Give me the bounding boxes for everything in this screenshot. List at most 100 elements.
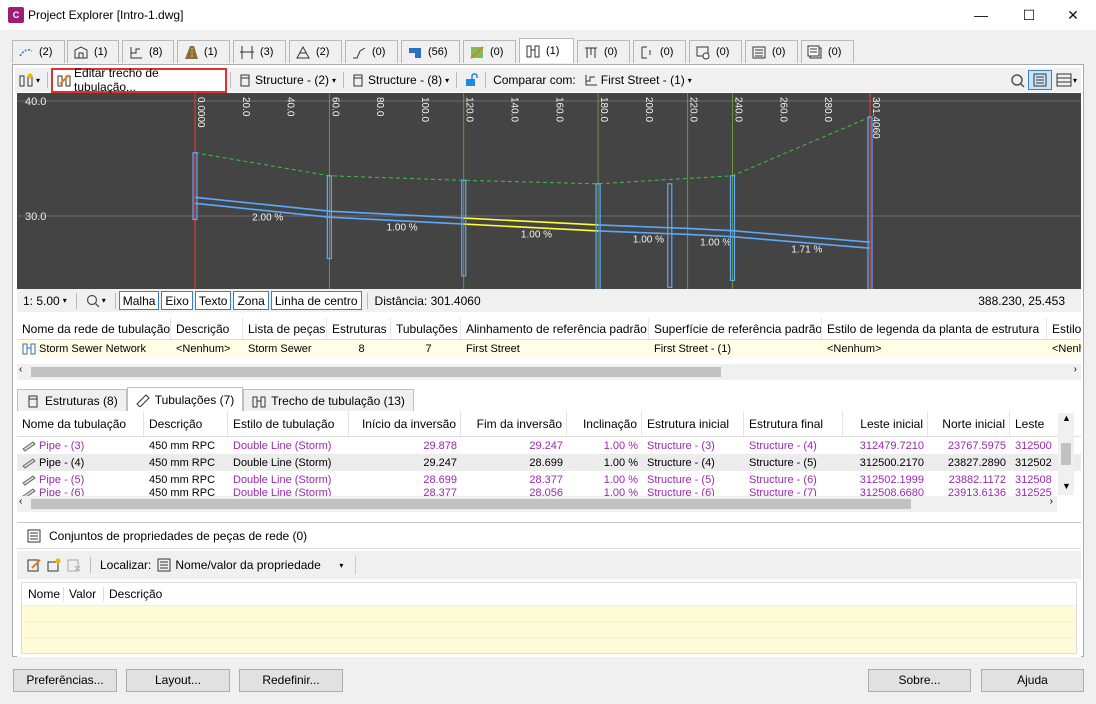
grid-toggle[interactable]: Malha [118,291,160,310]
axis-toggle[interactable]: Eixo [161,291,193,310]
column-header[interactable]: Descrição [171,318,243,339]
column-header[interactable]: Leste inicial [843,411,928,436]
column-header[interactable]: Superfície de referência padrão [649,318,822,339]
column-header[interactable]: Valor [64,587,104,601]
compare-dropdown[interactable]: First Street - (1) ▾ [580,69,696,91]
tab-surfaces[interactable]: (2) [289,40,342,63]
preferences-button[interactable]: Preferências... [13,669,117,692]
tab-sheets[interactable]: (0) [745,40,798,63]
table-row[interactable]: Pipe - (3) 450 mm RPC Double Line (Storm) 2… [17,437,1081,454]
tab-match-lines[interactable]: (0) [689,40,742,63]
column-header[interactable]: Alinhamento de referência padrão [461,318,649,339]
column-header[interactable]: Estilo d [1047,318,1081,339]
column-header[interactable]: Estilo de tubulação [228,411,349,436]
tab-data-shortcuts[interactable]: (0) [801,40,854,63]
text-toggle[interactable]: Texto [194,291,232,310]
chevron-down-icon[interactable]: ▼ [1062,481,1071,491]
toolbar-separator [47,72,49,88]
structure-end-label: Structure - (8) [368,73,443,87]
pipe-run-menu[interactable]: ▾ [15,69,44,91]
profile-view-icon [128,45,144,60]
pipe-name-cell: Pipe - (4) [17,457,144,469]
table-row[interactable]: Storm Sewer Network <Nenhum> Storm Sewer… [17,340,1081,358]
column-header[interactable]: Lista de peças [243,318,327,339]
reset-button[interactable]: Redefinir... [239,669,343,692]
column-header[interactable]: Descrição [144,411,228,436]
zone-toggle[interactable]: Zona [233,291,269,310]
subtab-strip: Estruturas (8) Tubulações (7) Trecho de … [17,387,1081,411]
search-input[interactable] [362,555,1081,575]
window-title: Project Explorer [Intro-1.dwg] [28,8,184,22]
edit-property-icon[interactable] [27,558,41,572]
help-button[interactable]: Ajuda [981,669,1084,692]
tab-view-frames[interactable]: (0) [633,40,686,63]
column-header[interactable]: Nome da rede de tubulação [17,318,171,339]
column-header[interactable]: Nome da tubulação [17,411,144,436]
column-header[interactable]: Nome [22,587,64,601]
column-header[interactable]: Norte inicial [928,411,1010,436]
table-row[interactable]: Pipe - (4) 450 mm RPC Double Line (Storm) 2… [17,454,1081,471]
maximize-button[interactable]: ☐ [1006,0,1052,30]
about-button[interactable]: Sobre... [868,669,971,692]
chevron-left-icon[interactable]: ‹ [19,496,22,507]
column-header[interactable]: Estilo de legenda da planta de estrutura [822,318,1047,339]
table-row[interactable]: Pipe - (5) 450 mm RPC Double Line (Storm) 2… [17,471,1081,488]
scale-dropdown[interactable]: 1: 5.00 ▾ [17,294,73,308]
slope-label: 1.71 % [791,244,822,255]
table-cell: Structure - (5) [749,456,817,469]
tab-structures[interactable]: Estruturas (8) [17,389,127,411]
list-view-button[interactable] [1027,70,1052,90]
column-header[interactable]: Leste [1010,411,1056,436]
chevron-right-icon[interactable]: › [1050,496,1053,507]
column-header[interactable]: Início da inversão [349,411,461,436]
tab-sites[interactable]: (1) [67,40,119,63]
column-header[interactable]: Estrutura inicial [642,411,744,436]
zoom-button[interactable] [1006,69,1028,91]
edit-pipe-run-icon [57,73,71,87]
tab-sample-lines[interactable]: (3) [233,40,286,63]
unlock-button[interactable] [460,69,482,91]
table-cell: Double Line (Storm) [233,439,332,452]
structure-start-dropdown[interactable]: Structure - (2) ▾ [234,69,340,91]
scrollbar-thumb[interactable] [1061,443,1071,465]
layout-button[interactable]: Layout... [126,669,230,692]
tab-grading[interactable]: (0) [463,40,516,63]
tab-pipes[interactable]: Tubulações (7) [126,387,244,411]
centerline-toggle[interactable]: Linha de centro [270,291,362,310]
column-header[interactable]: Estrutura final [744,411,843,436]
scrollbar-thumb[interactable] [31,367,721,377]
tab-feature-lines[interactable]: (0) [345,40,398,63]
tab-pressure-networks[interactable]: (0) [577,40,630,63]
chevron-up-icon[interactable]: ▲ [1062,413,1071,423]
table-cell: Structure - (5) [647,473,715,486]
chevron-right-icon[interactable]: › [1074,364,1077,375]
column-header[interactable]: Fim da inversão [461,411,567,436]
chevron-left-icon[interactable]: ‹ [19,364,22,375]
add-property-icon[interactable] [47,558,61,572]
horizontal-scrollbar[interactable]: ‹ › [17,364,1081,380]
horizontal-scrollbar[interactable]: ‹ › [17,496,1057,512]
edit-pipe-run-button[interactable]: Editar trecho de tubulação... [51,66,228,94]
tab-profile-views[interactable]: (8) [122,40,174,63]
scrollbar-thumb[interactable] [31,499,911,509]
pipe-invert-line [687,233,733,238]
close-button[interactable]: ✕ [1050,0,1096,30]
layout-view-button[interactable]: ▾ [1052,69,1081,91]
pressure-network-icon [583,45,599,60]
column-header[interactable]: Descrição [104,587,162,601]
column-header[interactable]: Inclinação [567,411,642,436]
remove-property-icon[interactable] [67,558,81,572]
vertical-scrollbar[interactable]: ▲ ▼ [1058,413,1074,495]
minimize-button[interactable]: — [958,0,1004,30]
tab-pipe-networks[interactable]: (1) [519,38,574,63]
zoom-dropdown[interactable]: ▾ [80,294,112,308]
profile-graph[interactable]: 40.0 30.0 0.0000 20.0 40.0 60.0 80.0 100.0 120.0… [17,93,1081,329]
tab-pipe-runs[interactable]: Trecho de tubulação (13) [243,389,414,411]
tab-alignments[interactable]: (2) [12,40,65,63]
tab-corridors[interactable]: (1) [177,40,230,63]
find-field-dropdown[interactable]: Nome/valor da propriedade ▾ [157,558,343,572]
column-header[interactable]: Tubulações [391,318,461,339]
column-header[interactable]: Estruturas [327,318,391,339]
tab-parcels[interactable]: (56) [401,40,460,63]
structure-end-dropdown[interactable]: Structure - (8) ▾ [347,69,453,91]
